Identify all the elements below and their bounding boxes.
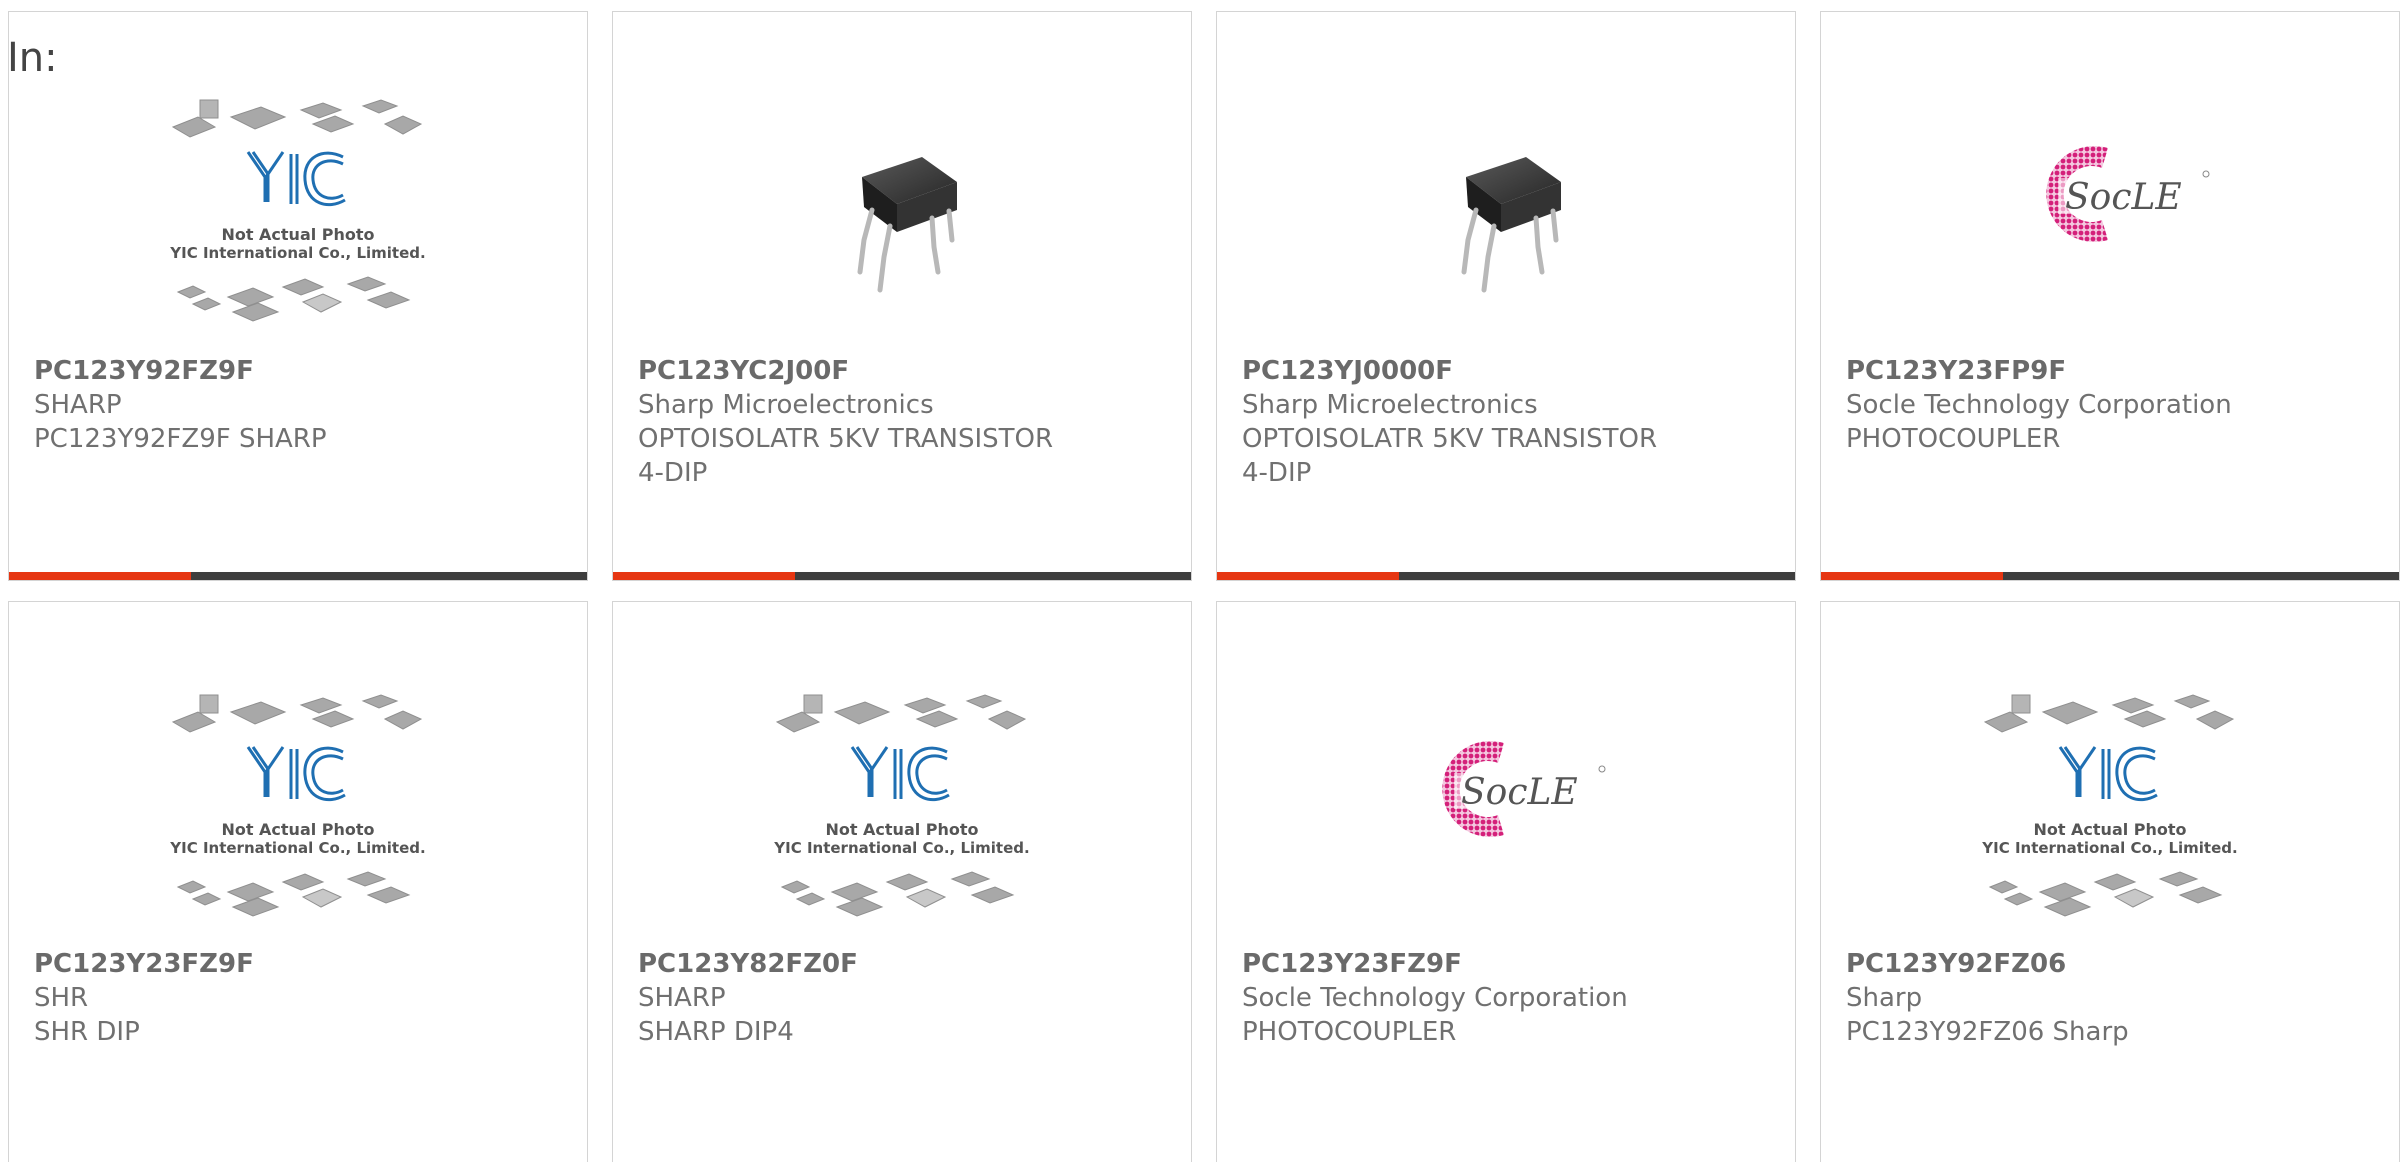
manufacturer: Sharp Microelectronics [1242,390,1538,420]
manufacturer: SHR [34,983,89,1013]
product-grid-row-2: Not Actual Photo YIC International Co., … [8,601,2400,1162]
yic-placeholder-image: Not Actual Photo YIC International Co., … [1981,694,2238,917]
manufacturer: Socle Technology Corporation [1846,390,2232,420]
card-bar [1217,572,1795,580]
manufacturer: SHARP [34,390,122,420]
svg-text:YIC International Co., Limited: YIC International Co., Limited. [773,839,1029,857]
svg-text:YIC International Co., Limited: YIC International Co., Limited. [169,244,425,262]
description: PC123Y92FZ06 Sharp [1846,1017,2129,1047]
product-image[interactable] [613,92,1191,352]
svg-text:Not Actual Photo: Not Actual Photo [221,225,374,244]
description: SHARP DIP4 [638,1017,794,1047]
product-card[interactable]: PC123YC2J00F Sharp Microelectronics OPTO… [612,11,1192,581]
package: 4-DIP [638,458,708,488]
part-number[interactable]: PC123Y23FZ9F [34,947,567,981]
svg-text:Not Actual Photo: Not Actual Photo [221,820,374,839]
manufacturer: Socle Technology Corporation [1242,983,1628,1013]
dip4-chip-image [857,157,957,293]
part-number[interactable]: PC123Y92FZ9F [34,354,567,388]
svg-text:Not Actual Photo: Not Actual Photo [2033,820,2186,839]
manufacturer: Sharp [1846,983,1923,1013]
product-card[interactable]: Not Actual Photo YIC International Co., … [8,11,588,581]
yic-placeholder-image: Not Actual Photo YIC International Co., … [169,99,426,322]
product-card[interactable]: PC123YJ0000F Sharp Microelectronics OPTO… [1216,11,1796,581]
description: OPTOISOLATR 5KV TRANSISTOR [1242,424,1658,454]
product-image[interactable]: Not Actual Photo YIC International Co., … [1821,687,2399,947]
product-grid: Not Actual Photo YIC International Co., … [8,11,2400,581]
part-number[interactable]: PC123YC2J00F [638,354,1171,388]
part-number[interactable]: PC123YJ0000F [1242,354,1775,388]
yic-placeholder-image: Not Actual Photo YIC International Co., … [169,694,426,917]
package: 4-DIP [1242,458,1312,488]
product-card[interactable]: Not Actual Photo YIC International Co., … [1820,601,2400,1162]
description: PHOTOCOUPLER [1242,1017,1457,1047]
product-card[interactable]: Not Actual Photo YIC International Co., … [612,601,1192,1162]
product-card[interactable]: SocLE PC123Y23FZ9F Socle Technology Corp… [1216,601,1796,1162]
svg-text:Not Actual Photo: Not Actual Photo [825,820,978,839]
card-bar-accent [613,572,795,580]
card-bar-accent [9,572,191,580]
svg-text:SocLE: SocLE [1461,772,1578,813]
search-results-page: In: Not Actual Photo YIC International C… [0,0,2400,1162]
description: PHOTOCOUPLER [1846,424,2061,454]
in-label: In: [7,35,58,81]
card-bar-accent [1821,572,2003,580]
svg-text:SocLE: SocLE [2065,177,2182,218]
manufacturer: Sharp Microelectronics [638,390,934,420]
product-image[interactable]: Not Actual Photo YIC International Co., … [613,687,1191,947]
product-image[interactable]: SocLE [1821,92,2399,352]
socle-logo-image: SocLE [1442,741,1606,837]
socle-logo-image: SocLE [2046,146,2210,242]
card-bar [613,572,1191,580]
description: OPTOISOLATR 5KV TRANSISTOR [638,424,1054,454]
dip4-chip-image [1461,157,1561,293]
description: SHR DIP [34,1017,140,1047]
product-card[interactable]: SocLE PC123Y23FP9F Socle Technology Corp… [1820,11,2400,581]
svg-text:YIC International Co., Limited: YIC International Co., Limited. [1981,839,2237,857]
product-image[interactable]: Not Actual Photo YIC International Co., … [9,687,587,947]
product-image[interactable]: SocLE [1217,687,1795,947]
description: PC123Y92FZ9F SHARP [34,424,327,454]
product-image[interactable]: Not Actual Photo YIC International Co., … [9,92,587,352]
part-number[interactable]: PC123Y23FZ9F [1242,947,1775,981]
part-number[interactable]: PC123Y23FP9F [1846,354,2379,388]
part-number[interactable]: PC123Y82FZ0F [638,947,1171,981]
manufacturer: SHARP [638,983,726,1013]
yic-placeholder-image: Not Actual Photo YIC International Co., … [773,694,1030,917]
svg-text:YIC International Co., Limited: YIC International Co., Limited. [169,839,425,857]
card-bar [1821,572,2399,580]
product-image[interactable] [1217,92,1795,352]
card-bar-accent [1217,572,1399,580]
product-card[interactable]: Not Actual Photo YIC International Co., … [8,601,588,1162]
part-number[interactable]: PC123Y92FZ06 [1846,947,2379,981]
card-bar [9,572,587,580]
